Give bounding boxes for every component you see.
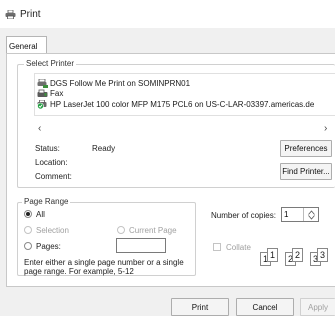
collate-illustration: 1 1 2 2 3 3 [260,247,335,269]
printer-item-selected[interactable]: HP LaserJet 100 color MFP M175 PCL6 on U… [37,99,315,109]
printer-name: Fax [50,88,64,98]
printer-name: HP LaserJet 100 color MFP M175 PCL6 on U… [50,99,315,109]
find-printer-button[interactable]: Find Printer... [280,163,332,180]
all-radio[interactable] [24,210,32,218]
all-label: All [36,210,45,219]
stepper-down-icon[interactable] [307,214,315,220]
printer-item[interactable]: Fax [37,88,63,98]
apply-button[interactable]: Apply [300,298,335,316]
collate-label: Collate [226,243,251,252]
copies-label: Number of copies: [211,211,276,220]
current-page-label: Current Page [129,226,177,235]
page-range-hint: Enter either a single page number or a s… [24,258,184,276]
comment-label: Comment: [35,172,72,181]
printer-icon [5,10,16,19]
status-value: Ready [92,144,116,153]
tab-general[interactable]: General [6,36,47,54]
fax-icon [37,89,48,97]
printer-item[interactable]: DGS Follow Me Print on SOMINPRN01 [37,78,190,88]
preferences-button[interactable]: Preferences [280,140,332,157]
copies-stepper[interactable] [303,208,318,221]
collate-checkbox[interactable] [213,243,221,251]
page-range-legend: Page Range [22,197,71,206]
pages-input[interactable] [116,238,166,253]
default-printer-icon [37,99,47,109]
scroll-right-arrow[interactable]: › [324,123,327,134]
collate-page: 3 [317,248,328,262]
status-label: Status: [35,144,60,153]
print-button[interactable]: Print [171,298,229,316]
selection-radio[interactable] [24,226,32,234]
collate-page: 1 [267,248,278,262]
location-label: Location: [35,158,68,167]
printer-list-scrollbar[interactable]: ‹ › [34,123,335,135]
select-printer-legend: Select Printer [24,59,77,68]
current-page-radio[interactable] [117,226,125,234]
pages-label: Pages: [36,242,61,251]
cancel-button[interactable]: Cancel [236,298,294,316]
printer-name: DGS Follow Me Print on SOMINPRN01 [50,78,191,88]
selection-label: Selection [36,226,69,235]
scroll-left-arrow[interactable]: ‹ [38,123,41,134]
printer-list[interactable]: DGS Follow Me Print on SOMINPRN01 Fax HP… [34,73,335,116]
pages-radio[interactable] [24,242,32,250]
window-title: Print [20,9,41,20]
network-printer-icon [37,78,48,88]
collate-page: 2 [292,248,303,262]
title-bar [0,0,335,28]
